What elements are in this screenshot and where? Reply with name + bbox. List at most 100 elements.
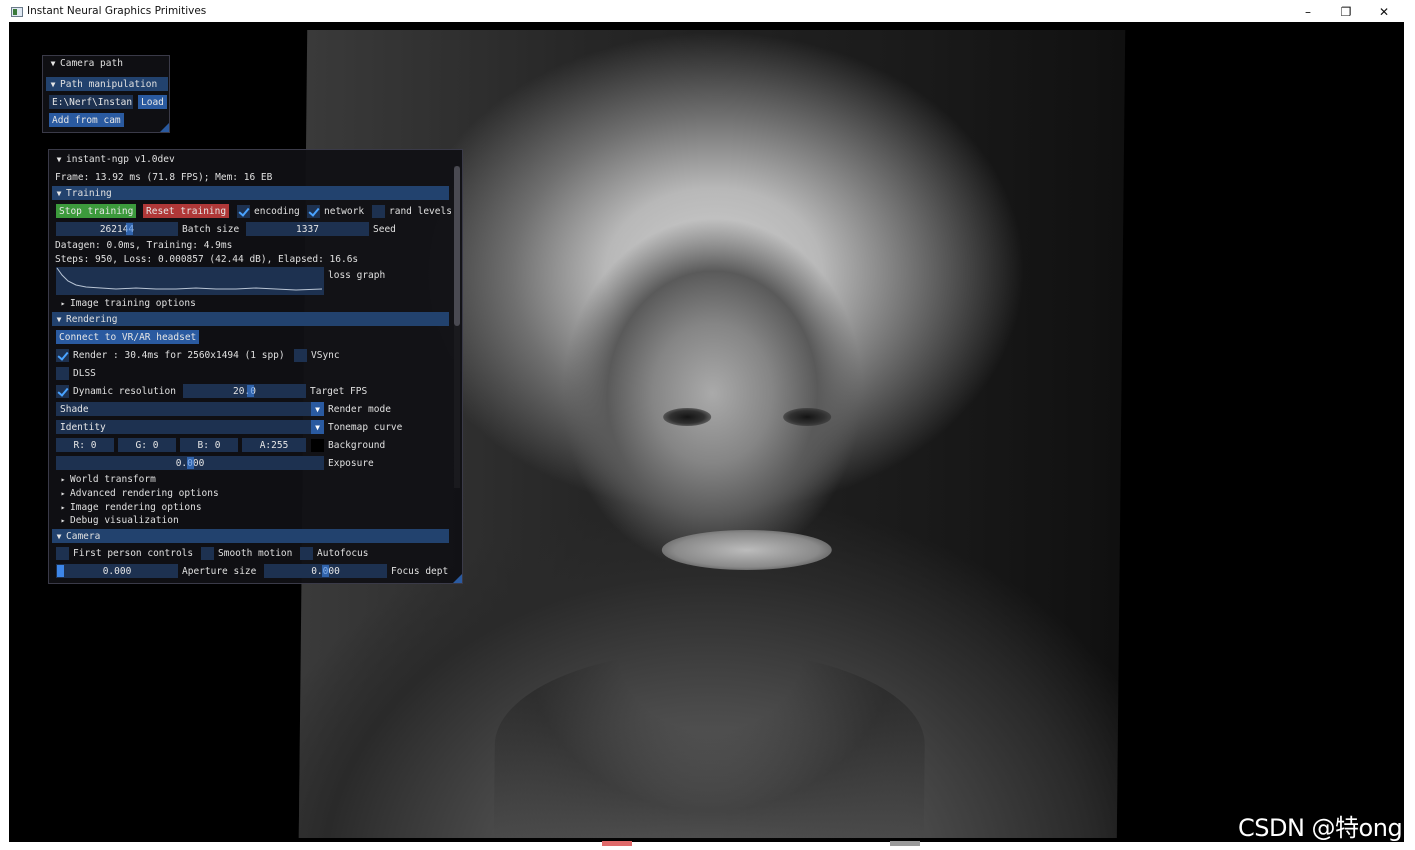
camera-path-window[interactable]: ▼ Camera path ▼ Path manipulation E:\Ner… (42, 55, 170, 133)
collapse-triangle-icon: ▼ (56, 314, 62, 324)
render-mode-combo[interactable]: Shade (56, 402, 311, 416)
training-header[interactable]: ▼ Training (52, 186, 449, 200)
seed-label: Seed (373, 223, 396, 235)
autofocus-label: Autofocus (317, 547, 369, 559)
camera-header[interactable]: ▼ Camera (52, 529, 449, 543)
taskbar-indicator (890, 841, 920, 846)
background-g-field[interactable]: G: 0 (118, 438, 176, 452)
world-transform-label: World transform (70, 473, 156, 485)
network-checkbox[interactable] (307, 205, 320, 218)
background-a-field[interactable]: A:255 (242, 438, 306, 452)
render-stats-label: Render : 30.4ms for 2560x1494 (1 spp) (73, 349, 285, 361)
restore-button[interactable]: ❐ (1326, 2, 1366, 22)
smooth-motion-checkbox[interactable] (201, 547, 214, 560)
resize-grip-icon[interactable] (160, 123, 169, 132)
connect-vr-button[interactable]: Connect to VR/AR headset (56, 330, 200, 344)
slider-grab-handle[interactable] (247, 385, 254, 397)
expand-triangle-icon: ▸ (60, 515, 66, 525)
render-checkbox[interactable] (56, 349, 69, 362)
background-r-field[interactable]: R: 0 (56, 438, 114, 452)
render-mode-label: Render mode (328, 403, 391, 415)
portrait-collar (493, 650, 926, 840)
main-window-scrollbar[interactable] (454, 166, 460, 488)
image-training-options-label: Image training options (70, 297, 196, 309)
portrait-left-eye (663, 408, 712, 426)
encoding-checkbox[interactable] (237, 205, 250, 218)
background-label: Background (328, 439, 386, 451)
add-from-cam-button[interactable]: Add from cam (49, 113, 124, 127)
portrait-right-eye (783, 408, 832, 426)
debug-visualization-node[interactable]: ▸ Debug visualization (56, 513, 179, 527)
camera-path-title-text: Camera path (60, 57, 123, 69)
camera-path-input[interactable]: E:\Nerf\Instan (49, 95, 133, 109)
frame-stats-text: Frame: 13.92 ms (71.8 FPS); Mem: 16 EB (55, 171, 273, 183)
close-button[interactable]: ✕ (1364, 2, 1404, 22)
tonemap-label: Tonemap curve (328, 421, 403, 433)
world-transform-node[interactable]: ▸ World transform (56, 472, 156, 486)
rand-levels-label: rand levels (389, 205, 452, 217)
loss-graph-line (56, 267, 323, 291)
aperture-value: 0.000 (102, 565, 132, 577)
aperture-slider[interactable]: 0.000 (56, 564, 178, 578)
timing-text: Datagen: 0.0ms, Training: 4.9ms (55, 239, 233, 251)
tonemap-combo[interactable]: Identity (56, 420, 311, 434)
stop-training-button[interactable]: Stop training (56, 204, 137, 218)
camera-path-title[interactable]: ▼ Camera path (46, 56, 123, 70)
instant-ngp-window[interactable]: ▼ instant-ngp v1.0dev Frame: 13.92 ms (7… (48, 149, 463, 584)
slider-grab-handle[interactable] (126, 223, 133, 235)
reset-training-button[interactable]: Reset training (143, 204, 230, 218)
window-titlebar: Instant Neural Graphics Primitives – ❐ ✕ (0, 0, 1415, 22)
tonemap-dropdown-icon[interactable]: ▼ (311, 420, 324, 434)
advanced-rendering-node[interactable]: ▸ Advanced rendering options (56, 486, 219, 500)
network-label: network (324, 205, 365, 217)
loss-graph (56, 267, 324, 295)
dynamic-resolution-label: Dynamic resolution (73, 385, 176, 397)
debug-visualization-label: Debug visualization (70, 514, 179, 526)
smooth-motion-label: Smooth motion (218, 547, 293, 559)
loss-graph-label: loss graph (328, 269, 386, 281)
dynamic-resolution-checkbox[interactable] (56, 385, 69, 398)
collapse-triangle-icon: ▼ (56, 531, 62, 541)
slider-grab-handle[interactable] (322, 565, 329, 577)
advanced-rendering-label: Advanced rendering options (70, 487, 219, 499)
minimize-button[interactable]: – (1288, 2, 1328, 22)
exposure-label: Exposure (328, 457, 374, 469)
seed-input[interactable]: 1337 (246, 222, 369, 236)
vsync-label: VSync (311, 349, 340, 361)
rendering-header[interactable]: ▼ Rendering (52, 312, 449, 326)
main-window-title-text: instant-ngp v1.0dev (66, 153, 175, 165)
portrait-mustache (661, 530, 832, 570)
steps-loss-text: Steps: 950, Loss: 0.000857 (42.44 dB), E… (55, 253, 359, 265)
dlss-checkbox[interactable] (56, 367, 69, 380)
image-rendering-node[interactable]: ▸ Image rendering options (56, 500, 202, 514)
exposure-slider[interactable]: 0.000 (56, 456, 324, 470)
collapse-triangle-icon: ▼ (56, 154, 62, 164)
slider-grab-handle[interactable] (57, 565, 64, 577)
slider-grab-handle[interactable] (187, 457, 194, 469)
first-person-label: First person controls (73, 547, 194, 559)
batch-size-slider[interactable]: 262144 (56, 222, 178, 236)
background-color-swatch[interactable] (311, 439, 324, 452)
main-window-title[interactable]: ▼ instant-ngp v1.0dev (52, 152, 175, 166)
image-training-options-node[interactable]: ▸ Image training options (56, 296, 196, 310)
resize-grip-icon[interactable] (453, 574, 462, 583)
path-manipulation-header[interactable]: ▼ Path manipulation (46, 77, 168, 91)
rand-levels-checkbox[interactable] (372, 205, 385, 218)
target-fps-slider[interactable]: 20.0 (183, 384, 306, 398)
render-mode-dropdown-icon[interactable]: ▼ (311, 402, 324, 416)
image-rendering-label: Image rendering options (70, 501, 202, 513)
window-title: Instant Neural Graphics Primitives (27, 5, 207, 17)
first-person-checkbox[interactable] (56, 547, 69, 560)
background-b-field[interactable]: B: 0 (180, 438, 238, 452)
autofocus-checkbox[interactable] (300, 547, 313, 560)
csdn-watermark: CSDN @特ong (1238, 814, 1403, 842)
focus-depth-slider[interactable]: 0.000 (264, 564, 387, 578)
training-header-label: Training (66, 187, 112, 199)
collapse-triangle-icon: ▼ (50, 58, 56, 68)
vsync-checkbox[interactable] (294, 349, 307, 362)
expand-triangle-icon: ▸ (60, 488, 66, 498)
dlss-label: DLSS (73, 367, 96, 379)
focus-depth-label: Focus dept (391, 565, 449, 577)
scrollbar-grab[interactable] (454, 166, 460, 326)
load-button[interactable]: Load (138, 95, 167, 109)
